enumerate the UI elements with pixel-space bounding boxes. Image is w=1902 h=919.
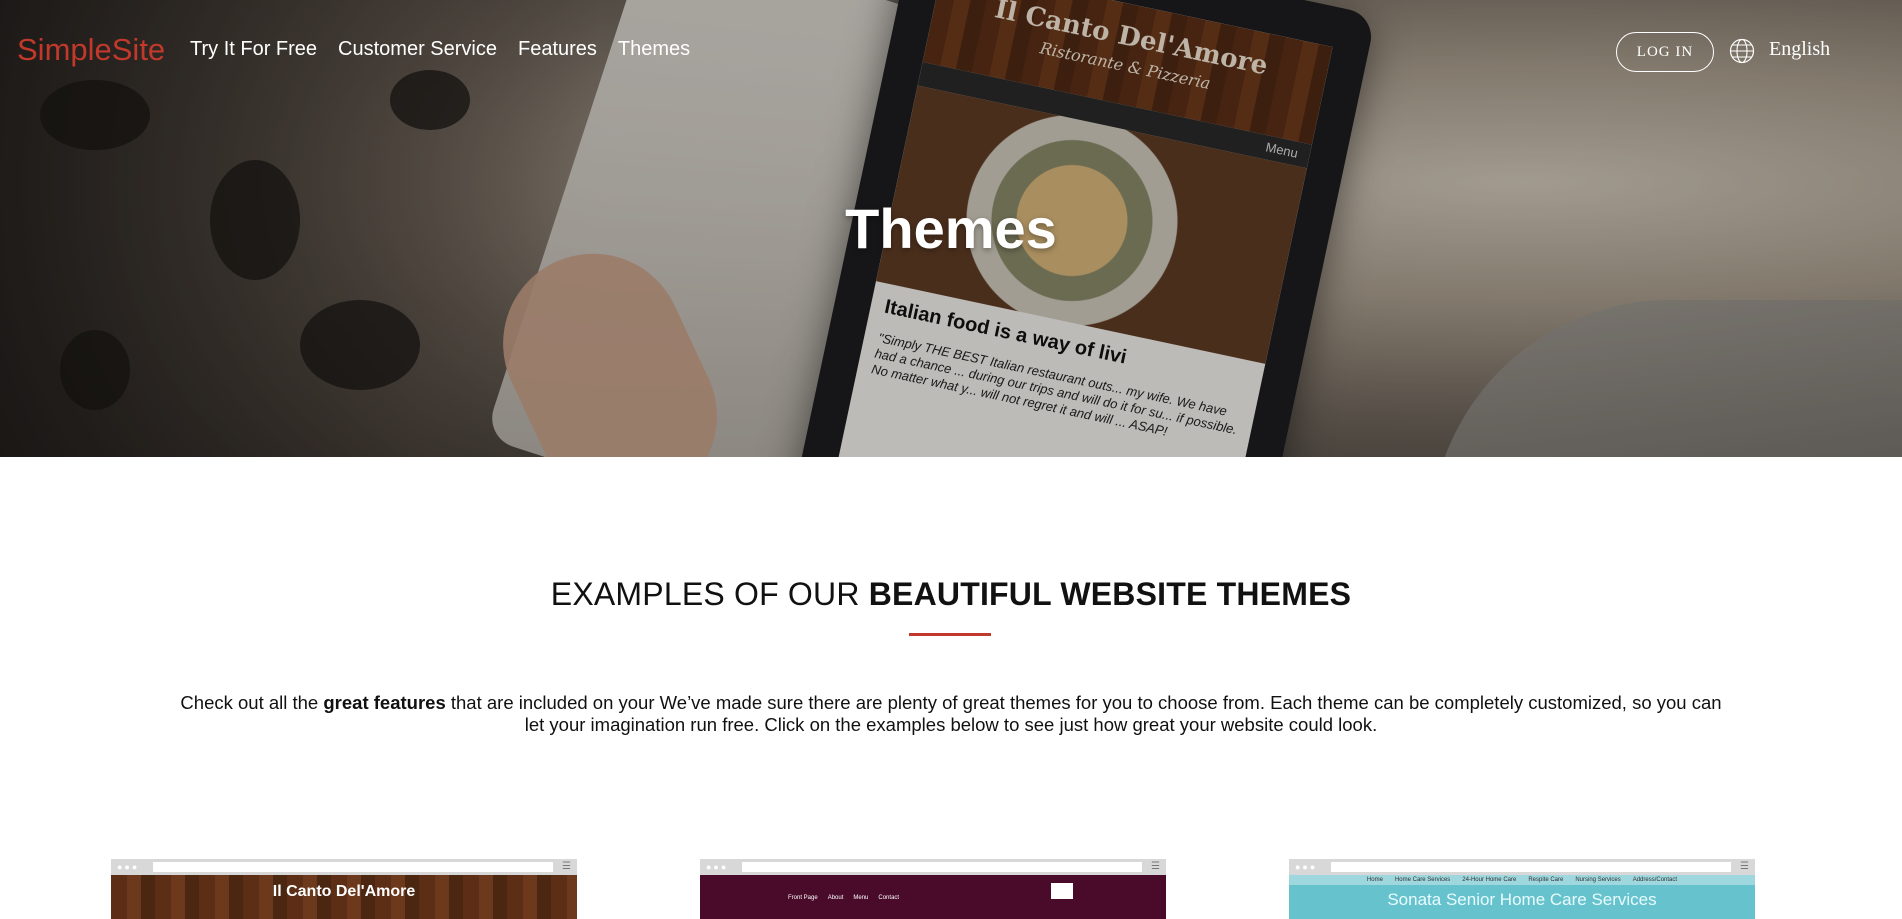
nav-link-try-free[interactable]: Try It For Free <box>190 38 317 61</box>
browser-dots-icon: ●●● <box>117 862 140 872</box>
browser-bar: ●●● ☰ <box>1289 859 1755 875</box>
theme-nav-item: Respite Care <box>1528 877 1564 883</box>
theme-nav-item: Front Page <box>788 895 818 901</box>
theme-logo-icon <box>1050 883 1073 899</box>
browser-dots-icon: ●●● <box>706 862 729 872</box>
theme-card-purple[interactable]: ●●● ☰ Front Page About Menu Contact <box>700 859 1166 919</box>
intro-text-post: that are included on your We’ve made sur… <box>445 692 1722 735</box>
intro-text-bold: great features <box>323 692 446 713</box>
theme-nav: Home Home Care Services 24-Hour Home Care R… <box>1289 875 1755 885</box>
theme-nav-item: Menu <box>853 895 869 901</box>
address-bar <box>742 862 1142 872</box>
address-bar <box>1331 862 1731 872</box>
hamburger-icon: ☰ <box>1151 861 1160 872</box>
browser-bar: ●●● ☰ <box>700 859 1166 875</box>
theme-preview: Home Home Care Services 24-Hour Home Care R… <box>1289 875 1755 919</box>
theme-nav-item: About <box>827 895 844 901</box>
theme-card-restaurant[interactable]: ●●● ☰ Il Canto Del'Amore <box>111 859 577 919</box>
theme-nav-item: Address/Contact <box>1632 877 1678 883</box>
globe-icon[interactable] <box>1729 38 1755 64</box>
page-title: Themes <box>845 197 1057 260</box>
theme-nav-item: Home <box>1366 877 1383 883</box>
nav-link-features[interactable]: Features <box>518 38 597 61</box>
theme-preview: Front Page About Menu Contact <box>700 875 1166 919</box>
section-intro: Check out all the great features that ar… <box>170 692 1732 736</box>
theme-nav-item: Home Care Services <box>1394 877 1451 883</box>
theme-preview: Il Canto Del'Amore <box>111 875 577 919</box>
section-heading-bold: BEAUTIFUL WEBSITE THEMES <box>868 576 1352 612</box>
nav-link-themes[interactable]: Themes <box>618 38 690 61</box>
nav-links: Try It For Free Customer Service Feature… <box>190 38 690 61</box>
theme-nav-item: Contact <box>878 895 900 901</box>
language-selector[interactable]: English <box>1769 38 1830 61</box>
hamburger-icon: ☰ <box>562 861 571 872</box>
nav-link-customer-service[interactable]: Customer Service <box>338 38 497 61</box>
browser-dots-icon: ●●● <box>1295 862 1318 872</box>
hamburger-icon: ☰ <box>1740 861 1749 872</box>
heading-divider <box>909 633 991 636</box>
theme-card-home-care[interactable]: ●●● ☰ Home Home Care Services 24-Hour Home … <box>1289 859 1755 919</box>
browser-bar: ●●● ☰ <box>111 859 577 875</box>
login-button[interactable]: LOG IN <box>1616 32 1714 72</box>
logo[interactable]: SimpleSite <box>17 32 165 68</box>
top-nav: SimpleSite Try It For Free Customer Serv… <box>0 0 1902 100</box>
theme-nav-item: 24-Hour Home Care <box>1462 877 1517 883</box>
address-bar <box>153 862 553 872</box>
section-heading: EXAMPLES OF OUR BEAUTIFUL WEBSITE THEMES <box>0 576 1902 613</box>
section-heading-light: EXAMPLES OF OUR <box>550 576 869 612</box>
theme-title: Sonata Senior Home Care Services <box>1289 885 1755 919</box>
theme-nav-item: Nursing Services <box>1575 877 1621 883</box>
intro-text-pre: Check out all the <box>180 692 324 713</box>
